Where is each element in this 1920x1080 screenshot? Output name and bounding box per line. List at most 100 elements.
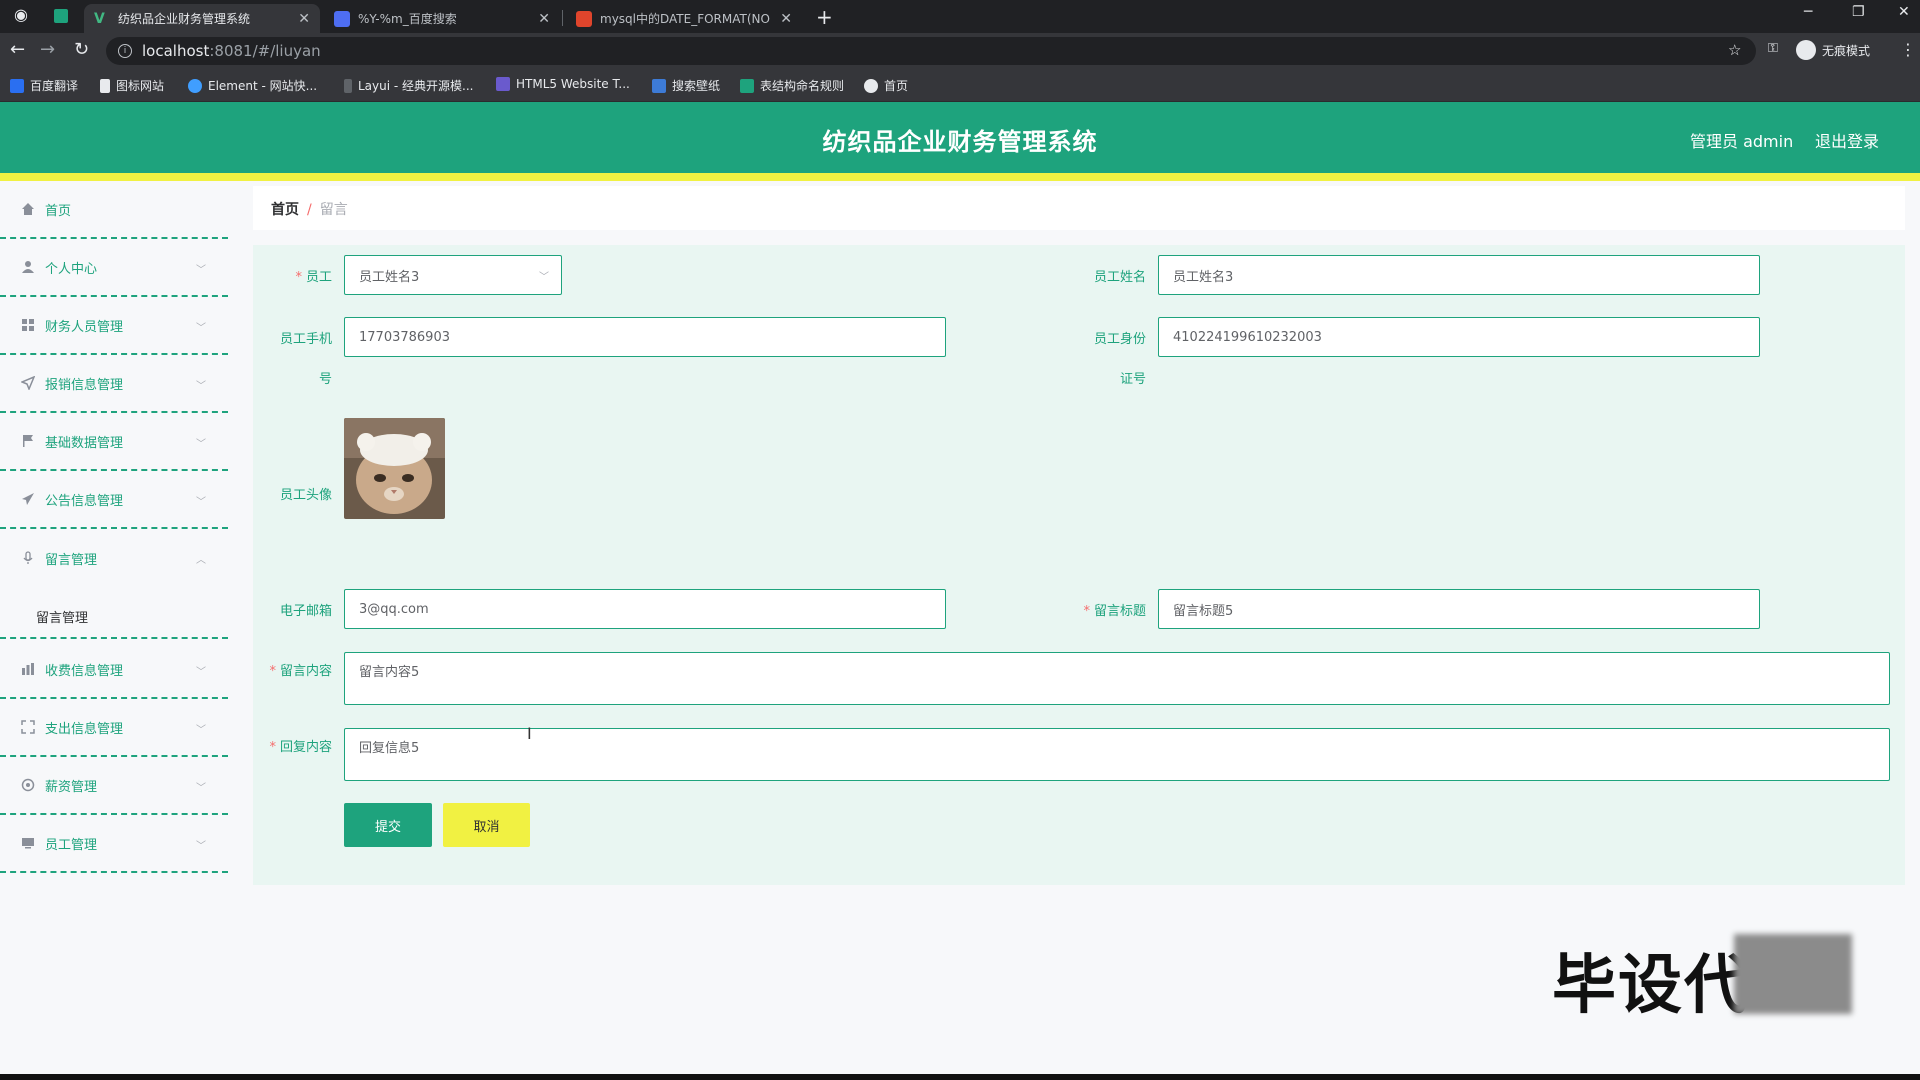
more-menu-icon[interactable]: ⋮ — [1900, 40, 1916, 59]
chevron-down-icon: ﹀ — [539, 272, 549, 283]
bookmark-label: 搜索壁纸 — [672, 79, 721, 93]
forward-icon[interactable]: → — [40, 39, 55, 60]
bookmark-label: Element - 网站快... — [208, 79, 318, 93]
phone-label-cont: 号 — [268, 368, 332, 387]
idcard-field[interactable]: 410224199610232003 — [1158, 317, 1760, 357]
idcard-value: 410224199610232003 — [1173, 329, 1322, 345]
new-tab-button[interactable]: + — [816, 5, 833, 29]
tab-title: %Y-%m_百度搜索 — [358, 12, 457, 26]
app-header: 纺织品企业财务管理系统 管理员 admin 退出登录 — [0, 102, 1920, 173]
sidebar-item-messages[interactable]: 留言管理 ︿ — [0, 529, 228, 587]
address-bar[interactable]: i localhost:8081/#/liuyan — [106, 37, 1756, 65]
bookmark-item[interactable]: HTML5 Website T... — [496, 77, 630, 91]
site-info-icon[interactable]: i — [118, 44, 132, 58]
browser-toolbar: ← → ↻ i localhost:8081/#/liuyan ☆ ⚿ 无痕模式… — [0, 33, 1920, 69]
pinned-tab-icon[interactable] — [54, 9, 68, 23]
close-tab-icon[interactable]: ✕ — [298, 11, 310, 27]
email-value: 3@qq.com — [359, 601, 429, 617]
back-icon[interactable]: ← — [10, 39, 25, 60]
fullscreen-icon — [20, 719, 36, 735]
sidebar-item-finance-staff[interactable]: 财务人员管理 ﹀ — [0, 297, 228, 355]
bottom-edge — [0, 1074, 1920, 1080]
bookmark-star-icon[interactable]: ☆ — [1728, 41, 1741, 59]
label-text: 电子邮箱 — [279, 604, 332, 619]
csdn-icon — [576, 10, 592, 27]
sidebar-item-basic-data[interactable]: 基础数据管理 ﹀ — [0, 413, 228, 471]
sidebar-item-label: 员工管理 — [45, 837, 98, 853]
browser-menu-icon[interactable]: ◉ — [14, 5, 28, 24]
close-tab-icon[interactable]: ✕ — [780, 11, 792, 27]
sidebar-item-home[interactable]: 首页 — [0, 181, 228, 239]
tab-divider — [562, 10, 563, 26]
monitor-icon — [20, 835, 36, 851]
phone-label: 员工手机 — [268, 328, 332, 347]
employee-avatar-image[interactable] — [344, 418, 445, 519]
submit-button[interactable]: 提交 — [344, 803, 432, 847]
bookmark-item[interactable]: 表结构命名规则 — [740, 77, 844, 94]
sidebar-item-expenses[interactable]: 支出信息管理 ﹀ — [0, 699, 228, 757]
minimize-icon[interactable]: ─ — [1804, 4, 1812, 20]
message-content-textarea[interactable]: 留言内容5 — [344, 652, 1890, 705]
close-tab-icon[interactable]: ✕ — [538, 11, 550, 27]
bookmark-item[interactable]: Element - 网站快... — [188, 77, 317, 94]
label-text: 号 — [318, 372, 332, 387]
chevron-down-icon: ﹀ — [196, 439, 206, 450]
employee-select[interactable]: 员工姓名3 ﹀ — [344, 255, 562, 295]
phone-field[interactable]: 17703786903 — [344, 317, 946, 357]
sidebar-item-label: 留言管理 — [45, 552, 98, 568]
flag-icon — [20, 433, 36, 449]
sidebar-item-label: 基础数据管理 — [45, 435, 124, 451]
grid-icon — [20, 317, 36, 333]
reply-content-label: * 回复内容 — [262, 736, 332, 755]
tab-baidu-search[interactable]: %Y-%m_百度搜索 ✕ — [324, 4, 560, 33]
bookmark-label: Layui - 经典开源模... — [358, 79, 474, 93]
message-content-value: 留言内容5 — [359, 665, 420, 680]
bookmark-item[interactable]: 图标网站 — [100, 77, 164, 94]
key-icon[interactable]: ⚿ — [1768, 41, 1778, 56]
tab-title: 纺织品企业财务管理系统 — [118, 12, 251, 26]
home-icon — [20, 201, 36, 217]
vue-icon: V — [94, 10, 105, 27]
message-title-value: 留言标题5 — [1173, 603, 1234, 619]
message-title-field[interactable]: 留言标题5 — [1158, 589, 1760, 629]
user-icon — [20, 259, 36, 275]
sidebar-item-employees[interactable]: 员工管理 ﹀ — [0, 815, 228, 873]
employee-name-field[interactable]: 员工姓名3 — [1158, 255, 1760, 295]
layui-icon — [344, 78, 352, 93]
blurred-region — [1734, 934, 1852, 1014]
reload-icon[interactable]: ↻ — [74, 39, 89, 60]
sidebar-item-label: 薪资管理 — [45, 779, 98, 795]
sidebar-item-salary[interactable]: 薪资管理 ﹀ — [0, 757, 228, 815]
tab-title: mysql中的DATE_FORMAT(NO — [600, 12, 770, 26]
cancel-button[interactable]: 取消 — [443, 803, 530, 847]
url-path: :8081/#/liuyan — [209, 42, 321, 60]
close-window-icon[interactable]: ✕ — [1898, 4, 1910, 20]
label-text: 证号 — [1119, 372, 1146, 387]
chevron-down-icon: ﹀ — [196, 841, 206, 852]
sidebar-item-reimbursement[interactable]: 报销信息管理 ﹀ — [0, 355, 228, 413]
email-field[interactable]: 3@qq.com — [344, 589, 946, 629]
baidu-icon — [334, 10, 350, 27]
sidebar-item-charges[interactable]: 收费信息管理 ﹀ — [0, 641, 228, 699]
bookmark-item[interactable]: 百度翻译 — [10, 77, 78, 94]
bookmarks-bar: 百度翻译 图标网站 Element - 网站快... Layui - 经典开源模… — [0, 69, 1920, 102]
sidebar-item-announcements[interactable]: 公告信息管理 ﹀ — [0, 471, 228, 529]
translate-icon — [10, 78, 24, 93]
logout-link[interactable]: 退出登录 — [1815, 128, 1879, 152]
breadcrumb-home[interactable]: 首页 — [271, 202, 299, 218]
bookmark-item[interactable]: 首页 — [864, 77, 908, 94]
bookmark-item[interactable]: Layui - 经典开源模... — [344, 77, 473, 94]
breadcrumb-card: 首页 / 留言 — [253, 186, 1905, 230]
sidebar-item-profile[interactable]: 个人中心 ﹀ — [0, 239, 228, 297]
sidebar-item-label: 报销信息管理 — [45, 377, 124, 393]
required-mark: * — [295, 270, 302, 285]
tab-finance-system[interactable]: V 纺织品企业财务管理系统 ✕ — [84, 4, 320, 33]
bookmark-item[interactable]: 搜索壁纸 — [652, 77, 720, 94]
reply-content-textarea[interactable]: 回复信息5 — [344, 728, 1890, 781]
incognito-indicator[interactable]: 无痕模式 — [1796, 40, 1870, 60]
tab-mysql[interactable]: mysql中的DATE_FORMAT(NO ✕ — [566, 4, 802, 33]
restore-icon[interactable]: ❐ — [1852, 4, 1865, 20]
sidebar-item-label: 财务人员管理 — [45, 319, 124, 335]
sidebar-subitem-messages[interactable]: 留言管理 — [36, 607, 88, 626]
label-text: 员工姓名 — [1093, 270, 1146, 285]
